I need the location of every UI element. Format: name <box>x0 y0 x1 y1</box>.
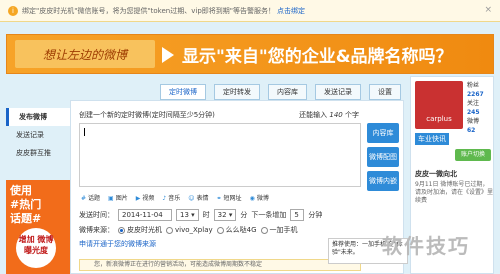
promo-line-1: 使用 <box>10 184 32 197</box>
info-icon: i <box>8 5 18 16</box>
bind-link[interactable]: 点击绑定 <box>277 6 305 16</box>
hour-unit: 时 <box>202 211 210 219</box>
hour-select[interactable]: 13 ▾ <box>176 209 199 221</box>
promo-line-2: #热门 <box>10 198 42 211</box>
radio-checked[interactable] <box>118 226 125 234</box>
topic-icon: # <box>81 195 87 202</box>
banner-title: 显示"来自"您的企业&品牌名称吗？ <box>182 47 453 67</box>
interval-label: 下一条增加 <box>251 211 287 219</box>
char-count: 140 <box>329 111 343 119</box>
content-library-button[interactable]: 内容库 <box>367 123 399 143</box>
source-option-1[interactable]: 皮皮时光机 <box>118 225 162 235</box>
weibo-icon: ◉ <box>249 195 255 202</box>
tab-settings[interactable]: 设置 <box>369 84 401 100</box>
composer-toolbar: # 话题 ▣ 图片 ▶ 视频 ♪ 音乐 ☺ 表情 ⚭ 短网址 ◉ 微博 <box>81 193 269 202</box>
minute-select[interactable]: 32 ▾ <box>213 209 237 221</box>
weibo-embed-button[interactable]: 微博内嵌 <box>367 171 399 191</box>
emoji-icon: ☺ <box>188 195 195 202</box>
watermark: 软件技巧 <box>382 234 470 258</box>
source-option-4[interactable]: 一加手机 <box>260 225 298 235</box>
account-stats: 粉丝 2267 关注 245 微博 62 <box>467 82 484 135</box>
text-cursor <box>84 128 85 136</box>
fans-count[interactable]: 2267 <box>467 90 484 99</box>
tab-send-records[interactable]: 发送记录 <box>315 84 361 100</box>
warning-bar: 您，新浪微博正在进行的营销活动，可能造成微博周期数不稳定 <box>79 259 361 271</box>
weibo-textarea[interactable] <box>79 123 361 187</box>
weibo-count[interactable]: 62 <box>467 126 484 135</box>
promo-bubble: 增加 微博 曝光度 <box>16 228 56 268</box>
weibo-tool[interactable]: ◉ 微博 <box>250 193 269 202</box>
account-name[interactable]: 皮皮一微向北 <box>415 169 457 179</box>
source-option-2[interactable]: vivo_Xplay <box>166 226 213 234</box>
topic-tool[interactable]: # 话题 <box>81 193 100 202</box>
tab-scheduled-weibo[interactable]: 定时微博 <box>160 84 206 100</box>
promo-banner[interactable]: 想让左边的微博 显示"来自"您的企业&品牌名称吗？ <box>6 34 494 74</box>
image-tool[interactable]: ▣ 图片 <box>108 193 128 202</box>
interval-unit: 分钟 <box>308 211 323 219</box>
tab-scheduled-repost[interactable]: 定时转发 <box>214 84 260 100</box>
avatar[interactable]: carplus <box>415 81 463 129</box>
sidebar-item-publish[interactable]: 发布微博 <box>6 108 70 126</box>
radio[interactable] <box>216 226 224 234</box>
account-tag: 车业快讯 <box>415 133 449 145</box>
sidebar-item-mutual-push[interactable]: 皮皮群互推 <box>6 144 70 162</box>
apply-source-link[interactable]: 申请开通于您的微博来源 <box>79 239 156 249</box>
composer-hint: 创建一个新的定时微博(定时间隔至少5分钟) <box>79 111 215 119</box>
schedule-label: 发送时间： <box>79 211 114 219</box>
arrow-right-icon <box>162 47 174 63</box>
interval-input[interactable]: 5 <box>290 209 305 221</box>
main-tabs: 定时微博 定时转发 内容库 发送记录 设置 <box>160 84 401 100</box>
radio[interactable] <box>260 226 268 234</box>
video-tool[interactable]: ▶ 视频 <box>136 193 155 202</box>
video-icon: ▶ <box>135 195 141 202</box>
date-input[interactable]: 2014-11-04 <box>118 209 172 221</box>
account-info: 9月11日 微博账号已过期，请及时加油，请在《设置》里续费 <box>415 181 494 204</box>
sidebar: 发布微博 发送记录 皮皮群互推 <box>6 108 70 162</box>
link-icon: ⚭ <box>216 195 222 202</box>
char-remaining: 还能输入 140 个字 <box>299 111 359 119</box>
radio[interactable] <box>166 226 173 234</box>
notice-text: 绑定"皮皮时光机"微信账号，将为您提供"token过期、vip即将到期"等告警服… <box>22 6 275 15</box>
notice-bar: i 绑定"皮皮时光机"微信账号，将为您提供"token过期、vip即将到期"等告… <box>0 0 500 22</box>
switch-account-button[interactable]: 账户切换 <box>455 149 491 161</box>
music-tool[interactable]: ♪ 音乐 <box>162 193 180 202</box>
image-icon: ▣ <box>108 195 114 202</box>
source-label: 微博来源： <box>79 226 114 234</box>
source-option-3[interactable]: 么么哒4G <box>216 225 257 235</box>
music-icon: ♪ <box>162 195 167 202</box>
emoji-tool[interactable]: ☺ 表情 <box>188 193 208 202</box>
weibo-image-button[interactable]: 微博配图 <box>367 147 399 167</box>
source-row: 微博来源： 皮皮时光机 vivo_Xplay 么么哒4G 一加手机 <box>79 225 298 235</box>
promo-line-3: 话题# <box>10 212 42 225</box>
tab-content-library[interactable]: 内容库 <box>268 84 307 100</box>
short-url-tool[interactable]: ⚭ 短网址 <box>217 193 242 202</box>
minute-unit: 分 <box>240 211 248 219</box>
close-icon[interactable]: × <box>484 5 492 15</box>
sidebar-item-records[interactable]: 发送记录 <box>6 126 70 144</box>
banner-left-text: 想让左边的微博 <box>15 40 155 68</box>
hot-topic-promo[interactable]: 使用 #热门 话题# 增加 微博 曝光度 <box>6 180 70 274</box>
schedule-row: 发送时间： 2014-11-04 13 ▾ 时 32 ▾ 分 下一条增加 5 分… <box>79 209 322 221</box>
follow-count[interactable]: 245 <box>467 108 484 117</box>
